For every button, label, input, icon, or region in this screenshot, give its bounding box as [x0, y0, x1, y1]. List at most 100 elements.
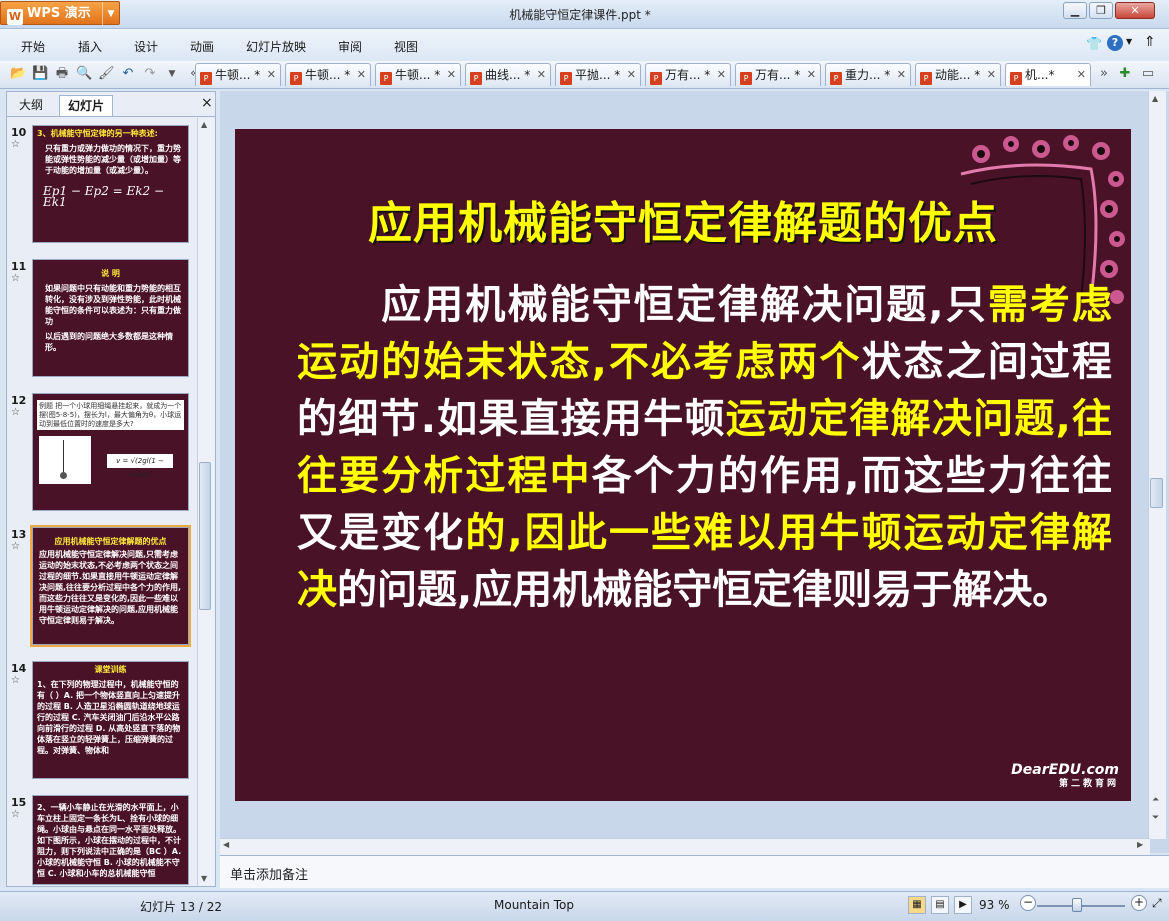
- menu-review[interactable]: 审阅: [338, 38, 362, 55]
- zoom-in-button[interactable]: +: [1131, 895, 1147, 911]
- document-tab[interactable]: P 曲线... * ✕: [465, 63, 551, 86]
- normal-view-button[interactable]: ▦: [908, 896, 926, 914]
- scroll-left-icon[interactable]: ◀: [223, 840, 229, 849]
- collapse-ribbon-icon[interactable]: ⇑: [1144, 34, 1156, 50]
- panel-divider: [7, 116, 215, 117]
- thumbnail-number: 12: [11, 394, 27, 407]
- document-tab[interactable]: P 动能... * ✕: [915, 63, 1001, 86]
- star-icon: ☆: [11, 675, 20, 686]
- play-icon: ▶: [959, 899, 967, 910]
- close-tab-icon[interactable]: ✕: [987, 64, 996, 86]
- thumbnail-title: 3、机械能守恒定律的另一种表述:: [37, 129, 158, 138]
- scroll-right-icon[interactable]: ▶: [1137, 840, 1143, 849]
- tab-slides[interactable]: 幻灯片: [59, 95, 114, 116]
- scrollbar-thumb[interactable]: [199, 462, 211, 610]
- ppt-file-icon: P: [560, 72, 572, 85]
- previous-slide-icon[interactable]: ⏶: [1152, 795, 1159, 805]
- close-tab-icon[interactable]: ✕: [1077, 64, 1086, 86]
- menu-view[interactable]: 视图: [394, 38, 418, 55]
- minimize-button[interactable]: ▁: [1063, 2, 1087, 19]
- ppt-file-icon: P: [470, 72, 482, 85]
- slide-thumbnail[interactable]: 2、一辆小车静止在光滑的水平面上，小车立柱上固定一条长为L、拴有小球的细绳。小球…: [32, 795, 189, 885]
- slide-horizontal-scrollbar[interactable]: [220, 838, 1150, 855]
- close-tab-icon[interactable]: ✕: [717, 64, 726, 86]
- chevron-down-icon[interactable]: ▼: [164, 66, 180, 82]
- document-tab[interactable]: P 牛顿... * ✕: [375, 63, 461, 86]
- menu-insert[interactable]: 插入: [78, 38, 102, 55]
- slide-body-text[interactable]: 应用机械能守恒定律解决问题,只需考虑运动的始末状态,不必考虑两个状态之间过程的细…: [297, 277, 1112, 619]
- ppt-file-icon: P: [650, 72, 662, 85]
- close-tab-icon[interactable]: ✕: [807, 64, 816, 86]
- document-tab[interactable]: P 牛顿... * ✕: [195, 63, 281, 86]
- slide-vertical-scrollbar[interactable]: [1148, 91, 1166, 839]
- zoom-out-button[interactable]: −: [1020, 895, 1036, 911]
- star-icon: ☆: [11, 139, 20, 150]
- help-icon[interactable]: ?: [1107, 35, 1123, 51]
- tab-list-icon[interactable]: ▭: [1140, 66, 1156, 82]
- thumbnail-text: 2、一辆小车静止在光滑的水平面上，小车立柱上固定一条长为L、拴有小球的细绳。小球…: [37, 803, 182, 878]
- scrollbar-thumb[interactable]: [1150, 478, 1163, 508]
- tab-scroll-right-icon[interactable]: »: [1096, 66, 1112, 82]
- slide-sorter-button[interactable]: ▤: [931, 896, 949, 914]
- close-tab-icon[interactable]: ✕: [627, 64, 636, 86]
- body-segment: 应用机械能守恒定律解决问题,只: [297, 282, 988, 328]
- undo-icon[interactable]: ↶: [120, 66, 136, 82]
- tab-outline[interactable]: 大纲: [11, 95, 51, 115]
- scroll-up-icon[interactable]: ▲: [1152, 94, 1158, 103]
- document-tab-active[interactable]: P 机...* ✕: [1005, 63, 1091, 86]
- menu-design[interactable]: 设计: [134, 38, 158, 55]
- menu-home[interactable]: 开始: [21, 38, 45, 55]
- new-tab-icon[interactable]: ✚: [1117, 66, 1133, 82]
- document-tab[interactable]: P 万有... * ✕: [735, 63, 821, 86]
- close-button[interactable]: ✕: [1115, 2, 1155, 19]
- slide-thumbnail[interactable]: 例题 把一个小球用细绳悬挂起来，就成为一个摆(图5-8-5)，摆长为l，最大偏角…: [32, 393, 189, 511]
- ppt-file-icon: P: [740, 72, 752, 85]
- document-tab[interactable]: P 万有... * ✕: [645, 63, 731, 86]
- slide-title[interactable]: 应用机械能守恒定律解题的优点: [235, 187, 1131, 251]
- notes-pane[interactable]: 单击添加备注: [220, 855, 1169, 888]
- close-tab-icon[interactable]: ✕: [537, 64, 546, 86]
- ppt-file-icon: P: [290, 72, 302, 85]
- save-icon[interactable]: 💾: [32, 66, 48, 82]
- format-painter-icon[interactable]: 🖌: [98, 66, 115, 82]
- menu-animation[interactable]: 动画: [190, 38, 214, 55]
- document-tab[interactable]: P 平抛... * ✕: [555, 63, 641, 86]
- close-tab-icon[interactable]: ✕: [357, 64, 366, 86]
- menu-slideshow[interactable]: 幻灯片放映: [246, 38, 306, 55]
- redo-icon[interactable]: ↷: [142, 66, 158, 82]
- chevron-down-icon[interactable]: ▼: [1126, 37, 1132, 46]
- fit-window-icon[interactable]: ⤢: [1152, 896, 1162, 911]
- next-slide-icon[interactable]: ⏷: [1152, 813, 1159, 823]
- print-icon[interactable]: 🖶: [54, 66, 70, 82]
- slide-thumbnail-selected[interactable]: 应用机械能守恒定律解题的优点 应用机械能守恒定律解决问题,只需考虑运动的始末状态…: [30, 525, 191, 647]
- app-menu-button[interactable]: W WPS 演示 ▼: [0, 1, 120, 26]
- thumbnail-formula: Ep1 − Ep2 = Ek2 − Ek1: [43, 184, 165, 209]
- wps-logo-icon: W: [7, 9, 23, 25]
- document-tab[interactable]: P 牛顿... * ✕: [285, 63, 371, 86]
- print-preview-icon[interactable]: 🔍: [76, 66, 92, 82]
- close-tab-icon[interactable]: ✕: [897, 64, 906, 86]
- document-tab[interactable]: P 重力... * ✕: [825, 63, 911, 86]
- ppt-file-icon: P: [380, 72, 392, 85]
- slide-canvas[interactable]: 应用机械能守恒定律解题的优点 应用机械能守恒定律解决问题,只需考虑运动的始末状态…: [235, 129, 1131, 801]
- star-icon: ☆: [11, 541, 20, 552]
- open-icon[interactable]: 📂: [10, 66, 26, 82]
- maximize-button[interactable]: ❐: [1089, 2, 1113, 19]
- zoom-slider-handle[interactable]: [1072, 898, 1082, 912]
- slide-thumbnail[interactable]: 说 明 如果问题中只有动能和重力势能的相互转化，没有涉及到弹性势能，此时机械能守…: [32, 259, 189, 377]
- close-tab-icon[interactable]: ✕: [447, 64, 456, 86]
- close-panel-icon[interactable]: ×: [201, 95, 213, 111]
- thumbnail-text: 1、在下列的物理过程中，机械能守恒的有（ ）A. 把一个物体竖直向上匀速提升的过…: [37, 680, 181, 755]
- scroll-up-icon[interactable]: ▲: [201, 120, 207, 129]
- ppt-file-icon: P: [200, 72, 212, 85]
- slide-thumbnail[interactable]: 3、机械能守恒定律的另一种表述: 只有重力或弹力做功的情况下，重力势能或弹性势能…: [32, 125, 189, 243]
- scroll-down-icon[interactable]: ▼: [201, 874, 207, 883]
- app-name: WPS 演示: [27, 6, 91, 21]
- shirt-icon[interactable]: 👕: [1086, 37, 1102, 52]
- slideshow-button[interactable]: ▶: [954, 896, 972, 914]
- theme-name: Mountain Top: [494, 898, 574, 912]
- thumbnail-number: 15: [11, 796, 27, 809]
- close-tab-icon[interactable]: ✕: [267, 64, 276, 86]
- thumbnail-text: 例题 把一个小球用细绳悬挂起来，就成为一个摆(图5-8-5)，摆长为l，最大偏角…: [37, 400, 184, 430]
- slide-thumbnail[interactable]: 课堂训练 1、在下列的物理过程中，机械能守恒的有（ ）A. 把一个物体竖直向上匀…: [32, 661, 189, 779]
